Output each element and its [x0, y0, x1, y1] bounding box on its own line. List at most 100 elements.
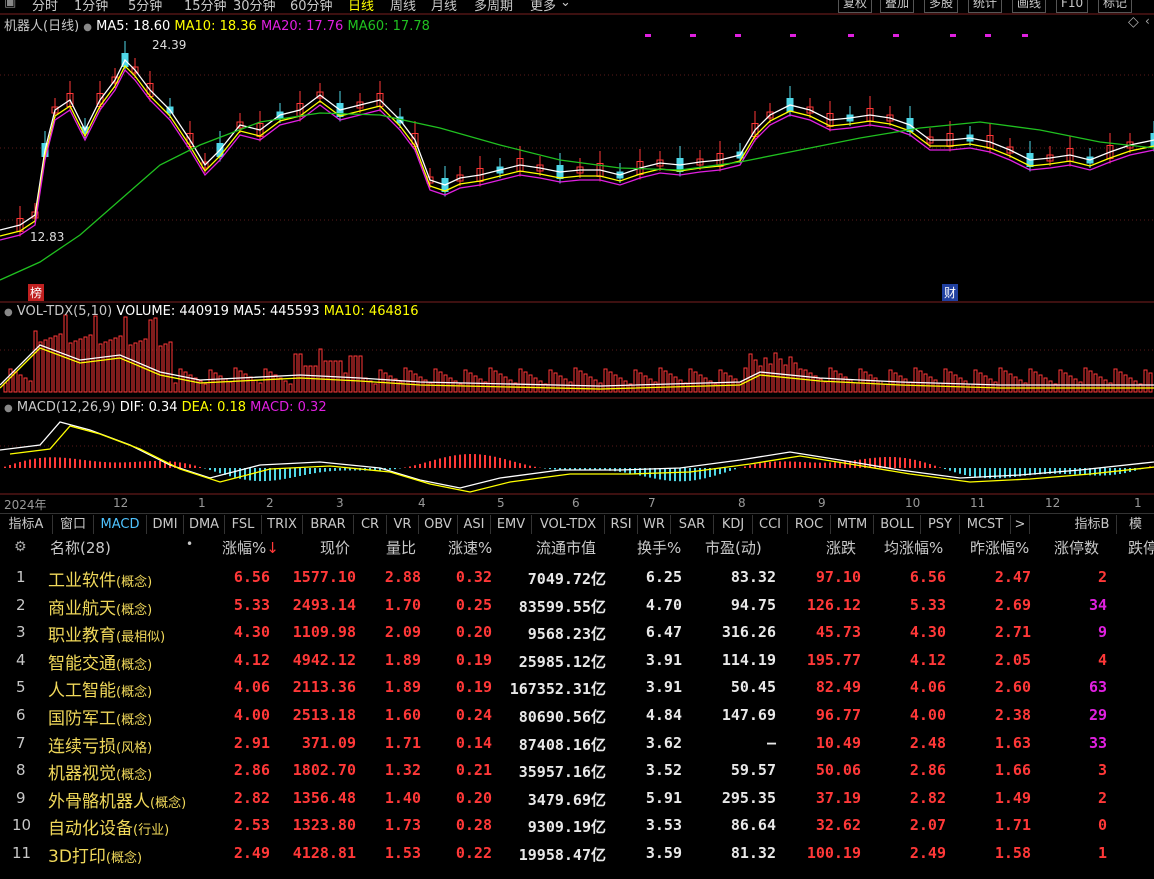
- col-turnover[interactable]: 换手%: [637, 537, 681, 558]
- kline-chart[interactable]: [0, 0, 1154, 513]
- table-row[interactable]: 11 3D打印(概念) 2.49 4128.81 1.53 0.22 19958.47亿 3.…: [0, 839, 1154, 867]
- cell-pe: —: [766, 733, 776, 752]
- macd-histogram-bar: [314, 468, 316, 474]
- macd-histogram-bar: [144, 461, 146, 468]
- macd-histogram-bar: [49, 457, 51, 468]
- tab-dma[interactable]: DMA: [184, 515, 225, 534]
- tab-vol-tdx[interactable]: VOL-TDX: [532, 515, 605, 534]
- volume-bar: [78, 338, 83, 393]
- cell-chg: 2.49: [233, 844, 270, 862]
- sector-name[interactable]: 连续亏损(风格): [48, 732, 152, 757]
- col-volume-ratio[interactable]: 量比: [386, 537, 416, 558]
- tab-wr[interactable]: WR: [638, 515, 671, 534]
- macd-indicator-title: MACD(12,26,9): [16, 400, 116, 415]
- sector-name[interactable]: 人工智能(概念): [48, 676, 152, 701]
- sector-name[interactable]: 工业软件(概念): [48, 566, 152, 591]
- table-row[interactable]: 5 人工智能(概念) 4.06 2113.36 1.89 0.19 167352.31亿 3.…: [0, 673, 1154, 701]
- macd-histogram-bar: [529, 465, 531, 468]
- tab-template[interactable]: 模: [1117, 515, 1154, 534]
- tab-roc[interactable]: ROC: [788, 515, 831, 534]
- macd-histogram-bar: [344, 468, 346, 471]
- col-limit-down[interactable]: 跌停: [1128, 537, 1154, 558]
- col-limit-up[interactable]: 涨停数: [1054, 537, 1099, 558]
- settings-circle-icon[interactable]: ●: [4, 307, 13, 318]
- tab-mtm[interactable]: MTM: [831, 515, 874, 534]
- table-row[interactable]: 3 职业教育(最相似) 4.30 1109.98 2.09 0.20 9568.23亿 6.4…: [0, 618, 1154, 646]
- volume-bar: [1148, 372, 1153, 393]
- volume-bar: [33, 330, 38, 393]
- col-speed[interactable]: 涨速%: [448, 537, 492, 558]
- table-row[interactable]: 2 商业航天(概念) 5.33 2493.14 1.70 0.25 83599.55亿 4.7…: [0, 591, 1154, 619]
- macd-histogram-bar: [684, 468, 686, 482]
- cell-turn: 3.52: [645, 761, 682, 780]
- tab-kdj[interactable]: KDJ: [714, 515, 753, 534]
- macd-histogram-bar: [279, 468, 281, 480]
- settings-circle-icon[interactable]: ●: [4, 403, 13, 414]
- tab-window[interactable]: 窗口: [53, 515, 94, 534]
- cell-diff: 50.06: [815, 761, 861, 780]
- table-row[interactable]: 10 自动化设备(行业) 2.53 1323.80 1.73 0.28 9309.19亿 3.…: [0, 811, 1154, 839]
- col-yesterday-change[interactable]: 昨涨幅%: [970, 537, 1029, 558]
- col-name[interactable]: 名称(28): [50, 537, 111, 558]
- sector-name[interactable]: 3D打印(概念): [48, 842, 142, 867]
- tab-cci[interactable]: CCI: [753, 515, 788, 534]
- macd-histogram-bar: [969, 468, 971, 477]
- tab-cr[interactable]: CR: [354, 515, 387, 534]
- tab-sar[interactable]: SAR: [671, 515, 714, 534]
- sector-name[interactable]: 商业航天(概念): [48, 594, 152, 619]
- tab-psy[interactable]: PSY: [921, 515, 960, 534]
- sector-name-text: 工业软件: [48, 571, 116, 591]
- gear-icon[interactable]: ⚙: [14, 539, 27, 555]
- table-row[interactable]: 9 外骨骼机器人(概念) 2.82 1356.48 1.40 0.20 3479.69亿 5.…: [0, 784, 1154, 812]
- macd-histogram-bar: [139, 461, 141, 468]
- table-row[interactable]: 6 国防军工(概念) 4.00 2513.18 1.60 0.24 80690.56亿 4.8…: [0, 701, 1154, 729]
- tab-emv[interactable]: EMV: [491, 515, 532, 534]
- sector-tag: (风格): [116, 740, 153, 756]
- tab-asi[interactable]: ASI: [458, 515, 491, 534]
- sector-name[interactable]: 智能交通(概念): [48, 649, 152, 674]
- sector-name[interactable]: 自动化设备(行业): [48, 814, 169, 839]
- macd-histogram-bar: [894, 457, 896, 468]
- tab-rsi[interactable]: RSI: [605, 515, 638, 534]
- tab-trix[interactable]: TRIX: [262, 515, 303, 534]
- macd-histogram-bar: [124, 462, 126, 468]
- col-diff[interactable]: 涨跌: [826, 537, 856, 558]
- col-price[interactable]: 现价: [320, 537, 350, 558]
- tab-obv[interactable]: OBV: [419, 515, 458, 534]
- volume-bar: [443, 374, 448, 393]
- table-row[interactable]: 8 机器视觉(概念) 2.86 1802.70 1.32 0.21 35957.16亿 3.5…: [0, 756, 1154, 784]
- macd-histogram-bar: [669, 468, 671, 481]
- tab-vr[interactable]: VR: [387, 515, 419, 534]
- table-row[interactable]: 4 智能交通(概念) 4.12 4942.12 1.89 0.19 25985.12亿 3.9…: [0, 646, 1154, 674]
- col-float-mcap[interactable]: 流通市值: [536, 537, 596, 558]
- volume-bar: [658, 367, 663, 393]
- tab-indicator-b[interactable]: 指标B: [1068, 515, 1117, 534]
- macd-histogram-bar: [754, 464, 756, 468]
- row-index: 4: [16, 650, 26, 669]
- tab-indicator-a[interactable]: 指标A: [0, 515, 53, 534]
- chevron-right-icon[interactable]: >: [1011, 515, 1030, 534]
- tab-dmi[interactable]: DMI: [147, 515, 184, 534]
- sector-name[interactable]: 职业教育(最相似): [48, 621, 165, 646]
- tab-brar[interactable]: BRAR: [303, 515, 354, 534]
- col-change-pct[interactable]: 涨幅%↓: [222, 537, 279, 558]
- sector-name[interactable]: 外骨骼机器人(概念): [48, 787, 186, 812]
- table-row[interactable]: 7 连续亏损(风格) 2.91 371.09 1.71 0.14 87408.16亿 3.62…: [0, 729, 1154, 757]
- tab-boll[interactable]: BOLL: [874, 515, 921, 534]
- sector-name[interactable]: 国防军工(概念): [48, 704, 152, 729]
- rank-badge[interactable]: 榜: [28, 284, 45, 301]
- tab-fsl[interactable]: FSL: [225, 515, 262, 534]
- macd-histogram-bar: [179, 462, 181, 468]
- volume-bar: [588, 376, 593, 393]
- cell-diff: 32.62: [815, 816, 861, 835]
- tab-mcst[interactable]: MCST: [960, 515, 1011, 534]
- high-price-label: 24.39: [152, 38, 187, 52]
- tab-macd[interactable]: MACD: [94, 515, 147, 534]
- col-pe[interactable]: 市盈(动): [705, 537, 762, 558]
- macd-histogram-bar: [914, 459, 916, 468]
- volume-bar: [688, 368, 693, 393]
- col-avg-change[interactable]: 均涨幅%: [884, 537, 943, 558]
- table-row[interactable]: 1 工业软件(概念) 6.56 1577.10 2.88 0.32 7049.72亿 6.25…: [0, 563, 1154, 591]
- sector-name[interactable]: 机器视觉(概念): [48, 759, 152, 784]
- finance-badge[interactable]: 财: [942, 284, 959, 301]
